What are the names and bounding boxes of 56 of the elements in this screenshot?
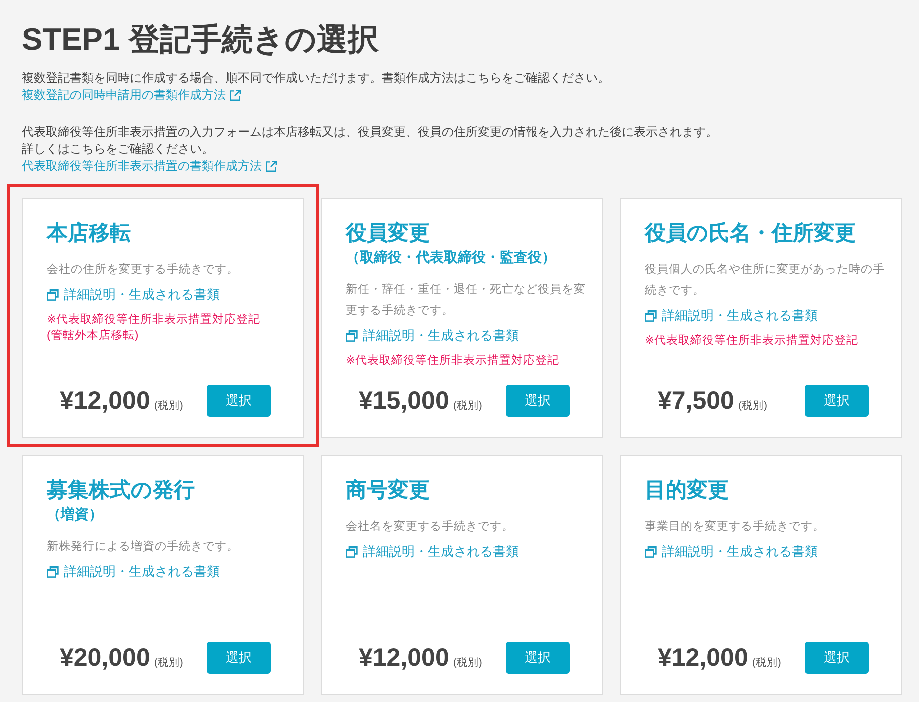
- tax-note: (税別): [453, 656, 482, 670]
- detail-link[interactable]: 詳細説明・生成される書類: [645, 305, 818, 327]
- price: ¥12,000: [60, 386, 150, 416]
- detail-link[interactable]: 詳細説明・生成される書類: [346, 325, 519, 347]
- select-button[interactable]: 選択: [805, 642, 869, 674]
- price: ¥7,500: [658, 386, 734, 416]
- price: ¥15,000: [359, 386, 450, 416]
- notice-link[interactable]: 複数登記の同時申請用の書類作成方法: [22, 87, 241, 104]
- card-description: 事業目的を変更する手続きです。: [645, 519, 826, 535]
- card-title: 目的変更: [645, 478, 730, 504]
- tax-note: (税別): [154, 656, 184, 670]
- notice-text: 詳しくはこちらをご確認ください。: [22, 141, 214, 158]
- page-title: STEP1 登記手続きの選択: [22, 21, 380, 59]
- card-title: 商号変更: [346, 478, 431, 504]
- select-button[interactable]: 選択: [207, 642, 271, 674]
- card-title: 役員の氏名・住所変更: [645, 220, 857, 247]
- tax-note: (税別): [453, 399, 482, 413]
- notice-link[interactable]: 代表取締役等住所非表示措置の書類作成方法: [22, 158, 277, 175]
- detail-link[interactable]: 詳細説明・生成される書類: [47, 561, 220, 583]
- tax-note: (税別): [154, 399, 184, 413]
- card-description: 役員個人の氏名や住所に変更があった時の手続きです。: [645, 262, 886, 299]
- card-note: ※代表取締役等住所非表示措置対応登記: [47, 312, 261, 328]
- price: ¥20,000: [60, 643, 150, 673]
- card-title: 役員変更: [346, 220, 431, 247]
- overlapping-squares-icon: [346, 546, 358, 558]
- card-title: 本店移転: [47, 220, 132, 247]
- card-description: 新任・辞任・重任・退任・死亡など役員を変更する手続きです。: [346, 282, 587, 319]
- overlapping-squares-icon: [645, 310, 657, 322]
- card-subtitle: （増資）: [47, 505, 104, 524]
- select-button[interactable]: 選択: [506, 642, 570, 674]
- detail-link[interactable]: 詳細説明・生成される書類: [346, 541, 519, 563]
- select-button[interactable]: 選択: [805, 385, 869, 417]
- card-description: 新株発行による増資の手続きです。: [47, 539, 240, 555]
- card-title: 募集株式の発行: [47, 478, 196, 504]
- card-description: 会社名を変更する手続きです。: [346, 519, 515, 535]
- card-subtitle: （取締役・代表取締役・監査役）: [346, 248, 557, 267]
- external-link-icon: [230, 90, 241, 101]
- card-note: (管轄外本店移転): [47, 328, 139, 344]
- overlapping-squares-icon: [47, 566, 59, 578]
- card-description: 会社の住所を変更する手続きです。: [47, 262, 240, 278]
- tax-note: (税別): [752, 656, 782, 670]
- tax-note: (税別): [738, 399, 768, 413]
- card-note: ※代表取締役等住所非表示措置対応登記: [346, 353, 560, 369]
- detail-link[interactable]: 詳細説明・生成される書類: [645, 541, 818, 563]
- card-note: ※代表取締役等住所非表示措置対応登記: [645, 333, 859, 349]
- notice-text: 代表取締役等住所非表示措置の入力フォームは本店移転又は、役員変更、役員の住所変更の情報を入力された後に表示されます。: [22, 124, 718, 141]
- overlapping-squares-icon: [346, 330, 358, 342]
- detail-link[interactable]: 詳細説明・生成される書類: [47, 284, 220, 306]
- overlapping-squares-icon: [645, 546, 657, 558]
- price: ¥12,000: [359, 643, 450, 673]
- notice-text: 複数登記書類を同時に作成する場合、順不同で作成いただけます。書類作成方法はこちらをご確認ください。: [22, 70, 610, 87]
- select-button[interactable]: 選択: [506, 385, 570, 417]
- select-button[interactable]: 選択: [207, 385, 271, 417]
- overlapping-squares-icon: [47, 289, 59, 301]
- external-link-icon: [266, 161, 277, 172]
- price: ¥12,000: [658, 643, 748, 673]
